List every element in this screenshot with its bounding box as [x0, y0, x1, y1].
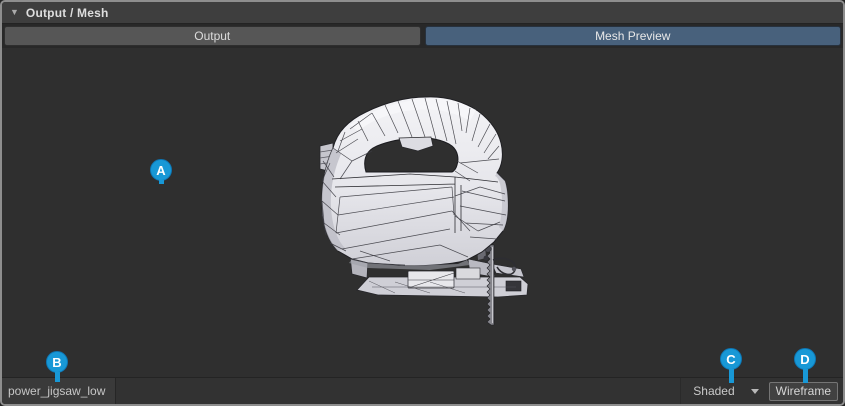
- panel-title: Output / Mesh: [26, 6, 109, 20]
- status-bar: power_jigsaw_low Shaded Wireframe: [2, 377, 843, 404]
- panel-header: ▼ Output / Mesh: [2, 2, 843, 23]
- shading-mode-value: Shaded: [693, 384, 734, 398]
- jigsaw-mesh: [320, 97, 528, 325]
- shading-mode-dropdown[interactable]: Shaded: [680, 378, 768, 404]
- dropdown-arrow-icon: [751, 389, 759, 394]
- wireframe-toggle[interactable]: Wireframe: [769, 382, 838, 401]
- tab-output[interactable]: Output: [4, 26, 421, 46]
- mesh-preview-canvas: [2, 48, 843, 377]
- tab-bar: Output Mesh Preview: [2, 23, 843, 48]
- mesh-name-label: power_jigsaw_low: [2, 378, 116, 404]
- tab-mesh-preview[interactable]: Mesh Preview: [425, 26, 842, 46]
- foldout-triangle-icon[interactable]: ▼: [10, 8, 19, 17]
- mesh-preview-viewport[interactable]: A: [2, 48, 843, 377]
- output-mesh-panel: ▼ Output / Mesh Output Mesh Preview: [0, 0, 845, 406]
